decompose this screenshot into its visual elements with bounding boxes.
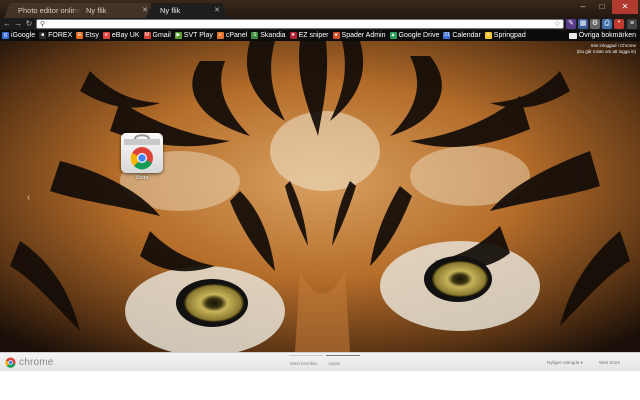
other-bookmarks-button[interactable]: Övriga bokmärken <box>568 30 636 41</box>
bookmark-label: Springpad <box>493 32 526 39</box>
maximize-button[interactable]: □ <box>593 0 611 14</box>
tab-photo-editor[interactable]: Photo editor online <box>4 3 84 18</box>
tab-label: Photo editor online <box>18 6 81 15</box>
reload-button[interactable]: ↻ <box>24 18 34 30</box>
chrome-icon <box>5 357 16 368</box>
tiger-background <box>0 41 640 352</box>
svt-icon: ▶ <box>174 32 182 39</box>
bookmark-item[interactable]: g iGoogle <box>2 32 35 39</box>
folder-icon <box>568 32 577 39</box>
tab-indicator-apps <box>326 355 360 356</box>
google-icon: g <box>2 32 9 39</box>
bookmark-item[interactable]: M Gmail <box>143 32 171 39</box>
bookmark-item[interactable]: E Etsy <box>76 32 99 39</box>
pen-extension-icon[interactable]: ✎ <box>566 19 576 29</box>
footer-tab-apps[interactable]: Appar <box>328 361 340 366</box>
app-tile-store[interactable]: Store <box>120 133 164 181</box>
chrome-logo: chrome <box>5 356 54 369</box>
close-window-button[interactable]: ✕ <box>612 0 638 14</box>
grid-extension-icon[interactable]: ▦ <box>578 19 588 29</box>
toolbar: ← → ↻ ⚲ ☆ ✎ ▦ ⚙ ⎙ * ≡ <box>0 18 640 30</box>
tab-label: Ny flik <box>86 6 107 15</box>
store-bag-graphic <box>124 134 160 170</box>
wrench-menu-icon[interactable]: ≡ <box>627 19 637 29</box>
web-store-link[interactable]: Web Store <box>599 360 620 365</box>
flag-icon: ★ <box>289 32 297 39</box>
bookmark-item[interactable]: ▶ SVT Play <box>174 32 213 39</box>
etsy-icon: E <box>76 32 84 39</box>
tab-new-2[interactable]: Ny flik ✕ <box>146 3 228 18</box>
omnibox[interactable]: ⚲ ☆ <box>36 19 564 29</box>
bookmark-item[interactable]: ♠ Spader Admin <box>332 32 386 39</box>
bookmark-star-icon[interactable]: ☆ <box>554 19 561 28</box>
spader-icon: ♠ <box>332 32 340 39</box>
tab-label: Ny flik <box>160 6 181 15</box>
bookmark-item[interactable]: 31 Calendar <box>443 32 481 39</box>
bookmark-label: Etsy <box>85 32 99 39</box>
bookmark-label: SVT Play <box>183 32 213 39</box>
window-bottom <box>0 371 640 400</box>
gmail-icon: M <box>143 32 151 39</box>
footer-tab-most-visited[interactable]: Mest besökta <box>290 361 317 366</box>
new-tab-page: Inte inloggad i Chrome (Du går miste om … <box>0 41 640 352</box>
app-label: Store <box>135 175 149 181</box>
back-button[interactable]: ← <box>2 18 12 30</box>
chrome-web-store-icon <box>121 133 163 173</box>
bookmark-label: iGoogle <box>11 32 36 39</box>
previous-page-arrow-icon[interactable]: ‹ <box>27 192 30 203</box>
title-bar: Photo editor online Ny flik ✕ Ny flik ✕ … <box>0 0 640 18</box>
bookmark-label: Google Drive <box>398 32 440 39</box>
bookmark-item[interactable]: ★ EZ sniper <box>289 32 329 39</box>
search-icon: ⚲ <box>40 21 46 28</box>
recently-closed-menu[interactable]: Nyligen stängda ▾ <box>547 360 583 366</box>
minimize-button[interactable]: – <box>574 0 592 14</box>
bookmark-item[interactable]: s Springpad <box>484 32 526 39</box>
ntp-footer: chrome Mest besökta Appar Nyligen stängd… <box>0 352 640 371</box>
bookmark-item[interactable]: S Skandia <box>251 32 286 39</box>
bookmark-label: EZ sniper <box>298 32 329 39</box>
tab-indicator-most-visited <box>289 355 323 356</box>
bookmark-label: FOREX <box>48 32 73 39</box>
cpanel-icon: c <box>216 32 224 39</box>
forex-icon: ■ <box>39 32 47 39</box>
bookmarks-bar: g iGoogle ■ FOREX E Etsy e eBay UK M Gmail ▶ SVT Pl… <box>0 30 640 41</box>
skandia-icon: S <box>251 32 259 39</box>
signin-promo[interactable]: Inte inloggad i Chrome (Du går miste om … <box>577 43 636 55</box>
bookmark-label: Skandia <box>260 32 286 39</box>
other-bookmarks-label: Övriga bokmärken <box>578 32 636 39</box>
calendar-icon: 31 <box>443 32 451 39</box>
bookmark-label: cPanel <box>225 32 248 39</box>
close-tab-icon[interactable]: ✕ <box>214 3 220 18</box>
bookmark-item[interactable]: e eBay UK <box>102 32 140 39</box>
ebay-icon: e <box>102 32 110 39</box>
lastpass-extension-icon[interactable]: * <box>614 19 624 29</box>
bookmark-item[interactable]: ■ FOREX <box>39 32 72 39</box>
bookmark-label: Calendar <box>452 32 481 39</box>
tab-new-1[interactable]: Ny flik ✕ <box>72 3 156 18</box>
bookmark-item[interactable]: ▲ Google Drive <box>389 32 440 39</box>
chrome-wordmark: chrome <box>19 357 54 368</box>
springpad-icon: s <box>484 32 492 39</box>
bookmark-item[interactable]: c cPanel <box>216 32 248 39</box>
forward-button[interactable]: → <box>13 18 23 30</box>
tools-extension-icon[interactable]: ⚙ <box>590 19 600 29</box>
printer-extension-icon[interactable]: ⎙ <box>602 19 612 29</box>
signin-line-2[interactable]: (Du går miste om att logga in) <box>577 49 636 55</box>
bookmark-label: eBay UK <box>111 32 140 39</box>
address-input[interactable] <box>49 20 549 28</box>
drive-icon: ▲ <box>389 32 397 39</box>
bookmark-label: Gmail <box>152 32 171 39</box>
bookmark-label: Spader Admin <box>341 32 386 39</box>
